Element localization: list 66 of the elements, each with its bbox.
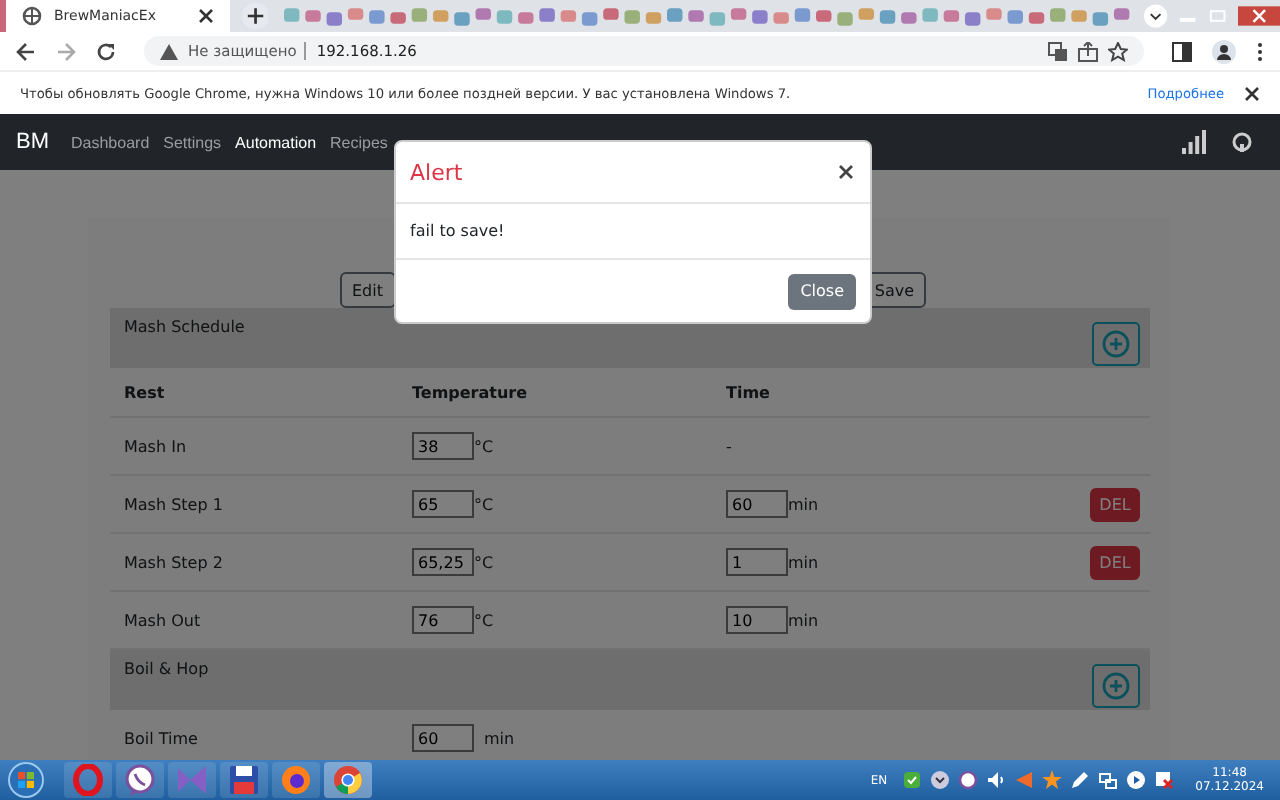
input-field[interactable]: 76 [412, 606, 474, 634]
start-icon[interactable] [8, 762, 44, 798]
pen-icon[interactable] [1069, 770, 1090, 790]
play-icon[interactable] [1125, 770, 1146, 790]
step-name: Mash Out [124, 611, 203, 629]
dialog-title: Alert [410, 159, 463, 185]
close-window-icon[interactable] [1237, 6, 1280, 26]
input-field[interactable]: 60 [412, 724, 474, 752]
star-icon[interactable] [1108, 41, 1128, 61]
nav-link[interactable]: Dashboard [71, 133, 150, 151]
shield-icon[interactable] [901, 770, 922, 790]
unit-label: °C [474, 437, 494, 455]
globe-icon [22, 6, 42, 26]
unit-label: min [788, 553, 819, 571]
step-name: Mash Step 1 [124, 495, 225, 513]
caret-icon[interactable] [929, 770, 950, 790]
step-name: Boil Time [124, 729, 200, 747]
forward-icon [56, 41, 76, 61]
close-icon[interactable] [838, 164, 854, 180]
speaker-icon[interactable] [985, 770, 1006, 790]
unit-label: °C [474, 553, 494, 571]
nav-link[interactable]: Automation [235, 133, 317, 151]
column-header: Rest [124, 383, 167, 401]
toolbar-button[interactable]: Edit [340, 272, 395, 308]
side-panel-icon[interactable] [1172, 41, 1192, 61]
delete-button[interactable]: DEL [1090, 487, 1140, 521]
close-icon[interactable] [1244, 85, 1260, 101]
nav-link[interactable]: Recipes [330, 133, 388, 151]
reload-icon[interactable] [96, 41, 116, 61]
menu-icon[interactable] [1256, 41, 1264, 61]
translate-icon[interactable] [1048, 41, 1068, 61]
input-field[interactable]: 65 [412, 490, 474, 518]
unit-label: °C [474, 495, 494, 513]
chat-icon[interactable] [957, 770, 978, 790]
tab-search-icon[interactable] [1143, 4, 1168, 28]
unit-label: min [788, 495, 819, 513]
warning-icon [160, 43, 178, 59]
delete-button[interactable]: DEL [1090, 545, 1140, 579]
input-field[interactable]: 60 [726, 490, 788, 518]
profile-icon[interactable] [1212, 39, 1236, 63]
input-field[interactable]: 1 [726, 548, 788, 576]
unit-label: min [484, 729, 515, 747]
unit-label: min [788, 611, 819, 629]
back-icon[interactable] [16, 41, 36, 61]
input-field[interactable]: 10 [726, 606, 788, 634]
section-title: Mash Schedule [124, 316, 245, 336]
dialog-message: fail to save! [396, 204, 870, 260]
column-header: Time [726, 383, 772, 401]
section-title: Boil & Hop [124, 658, 209, 678]
share-icon[interactable] [1078, 41, 1098, 61]
step-name: Mash Step 2 [124, 553, 225, 571]
star-icon[interactable] [1041, 770, 1062, 790]
new-tab-icon[interactable] [241, 2, 269, 30]
close-icon[interactable] [197, 8, 214, 24]
close-button[interactable]: Close [788, 273, 856, 309]
step-name: Mash In [124, 437, 189, 455]
brand-logo[interactable]: BM [16, 130, 49, 154]
network-icon[interactable] [1097, 770, 1118, 790]
input-field[interactable]: 65,25 [412, 548, 474, 576]
time-text: - [726, 437, 732, 455]
column-header: Temperature [412, 383, 530, 401]
chat-icon[interactable] [124, 764, 156, 796]
input-field[interactable]: 38 [412, 432, 474, 460]
unit-label: °C [474, 611, 494, 629]
nav-link[interactable]: Settings [163, 133, 222, 151]
signal-icon [1182, 130, 1206, 154]
